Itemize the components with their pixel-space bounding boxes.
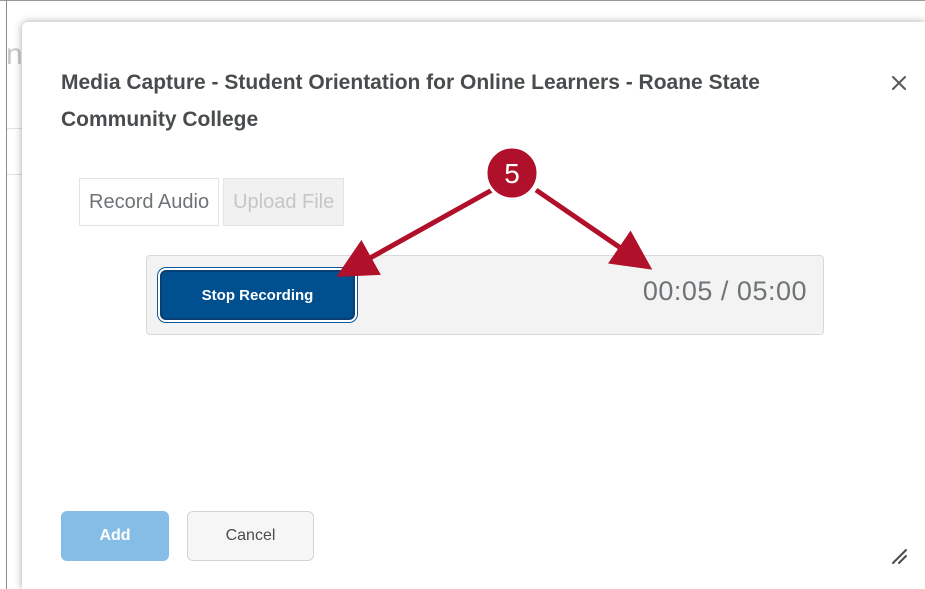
close-button[interactable]: [884, 68, 914, 98]
close-icon: [892, 76, 906, 90]
recording-timer: 00:05 / 05:00: [642, 276, 807, 306]
background-text-fragment: n: [6, 38, 23, 71]
stop-recording-button[interactable]: Stop Recording: [160, 270, 355, 320]
tab-upload-file: Upload File: [223, 178, 345, 226]
add-button: Add: [61, 511, 169, 561]
capture-mode-tabs: Record Audio Upload File: [79, 178, 345, 226]
background-divider: [7, 128, 23, 129]
recorder-panel: Stop Recording 00:05 / 05:00: [146, 255, 824, 335]
background-divider: [7, 174, 23, 175]
dialog-title: Media Capture - Student Orientation for …: [61, 71, 760, 131]
cancel-button[interactable]: Cancel: [187, 511, 314, 561]
tab-record-audio[interactable]: Record Audio: [79, 178, 220, 226]
resize-grip-icon[interactable]: [888, 543, 910, 565]
background-edge: [6, 0, 7, 589]
media-capture-dialog: Media Capture - Student Orientation for …: [22, 22, 925, 589]
